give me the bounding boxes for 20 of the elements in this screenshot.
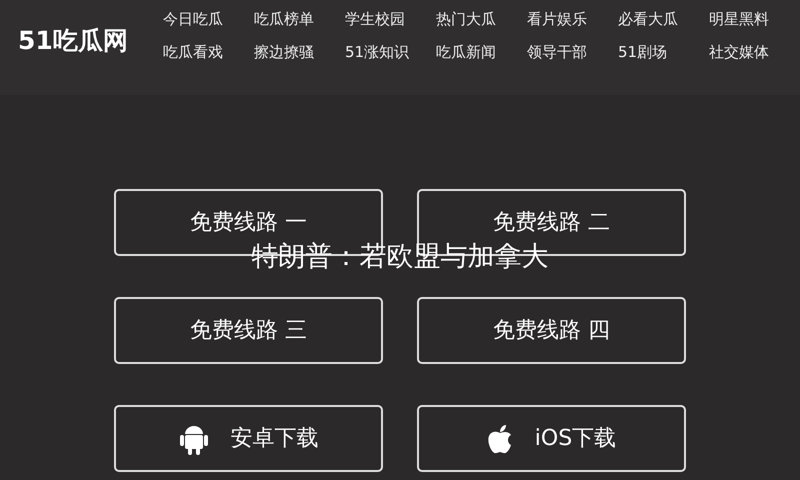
site-logo[interactable]: 51吃瓜网 <box>18 22 163 95</box>
nav-link[interactable]: 必看大瓜 <box>618 8 709 30</box>
download-button[interactable]: 安卓下载 <box>114 405 383 472</box>
apple-icon <box>486 424 513 454</box>
nav-link[interactable]: 社交媒体 <box>709 40 800 63</box>
nav-link[interactable]: 看片娱乐 <box>527 8 618 30</box>
line-button[interactable]: 免费线路 四 <box>417 297 686 364</box>
nav-link[interactable]: 领导干部 <box>527 40 618 63</box>
nav-link[interactable]: 热门大瓜 <box>436 8 527 30</box>
download-button[interactable]: iOS下载 <box>417 405 686 472</box>
nav-link[interactable]: 吃瓜榜单 <box>254 8 345 30</box>
nav-link[interactable]: 学生校园 <box>345 8 436 30</box>
nav-link[interactable]: 明星黑料 <box>709 8 800 30</box>
nav-link[interactable]: 吃瓜新闻 <box>436 40 527 63</box>
nav-link[interactable]: 51涨知识 <box>345 40 436 63</box>
nav-link[interactable]: 擦边撩骚 <box>254 40 345 63</box>
nav-link[interactable]: 吃瓜看戏 <box>163 40 254 63</box>
nav-link[interactable]: 51剧场 <box>618 40 709 63</box>
line-button[interactable]: 免费线路 三 <box>114 297 383 364</box>
nav-link[interactable]: 今日吃瓜 <box>163 8 254 30</box>
